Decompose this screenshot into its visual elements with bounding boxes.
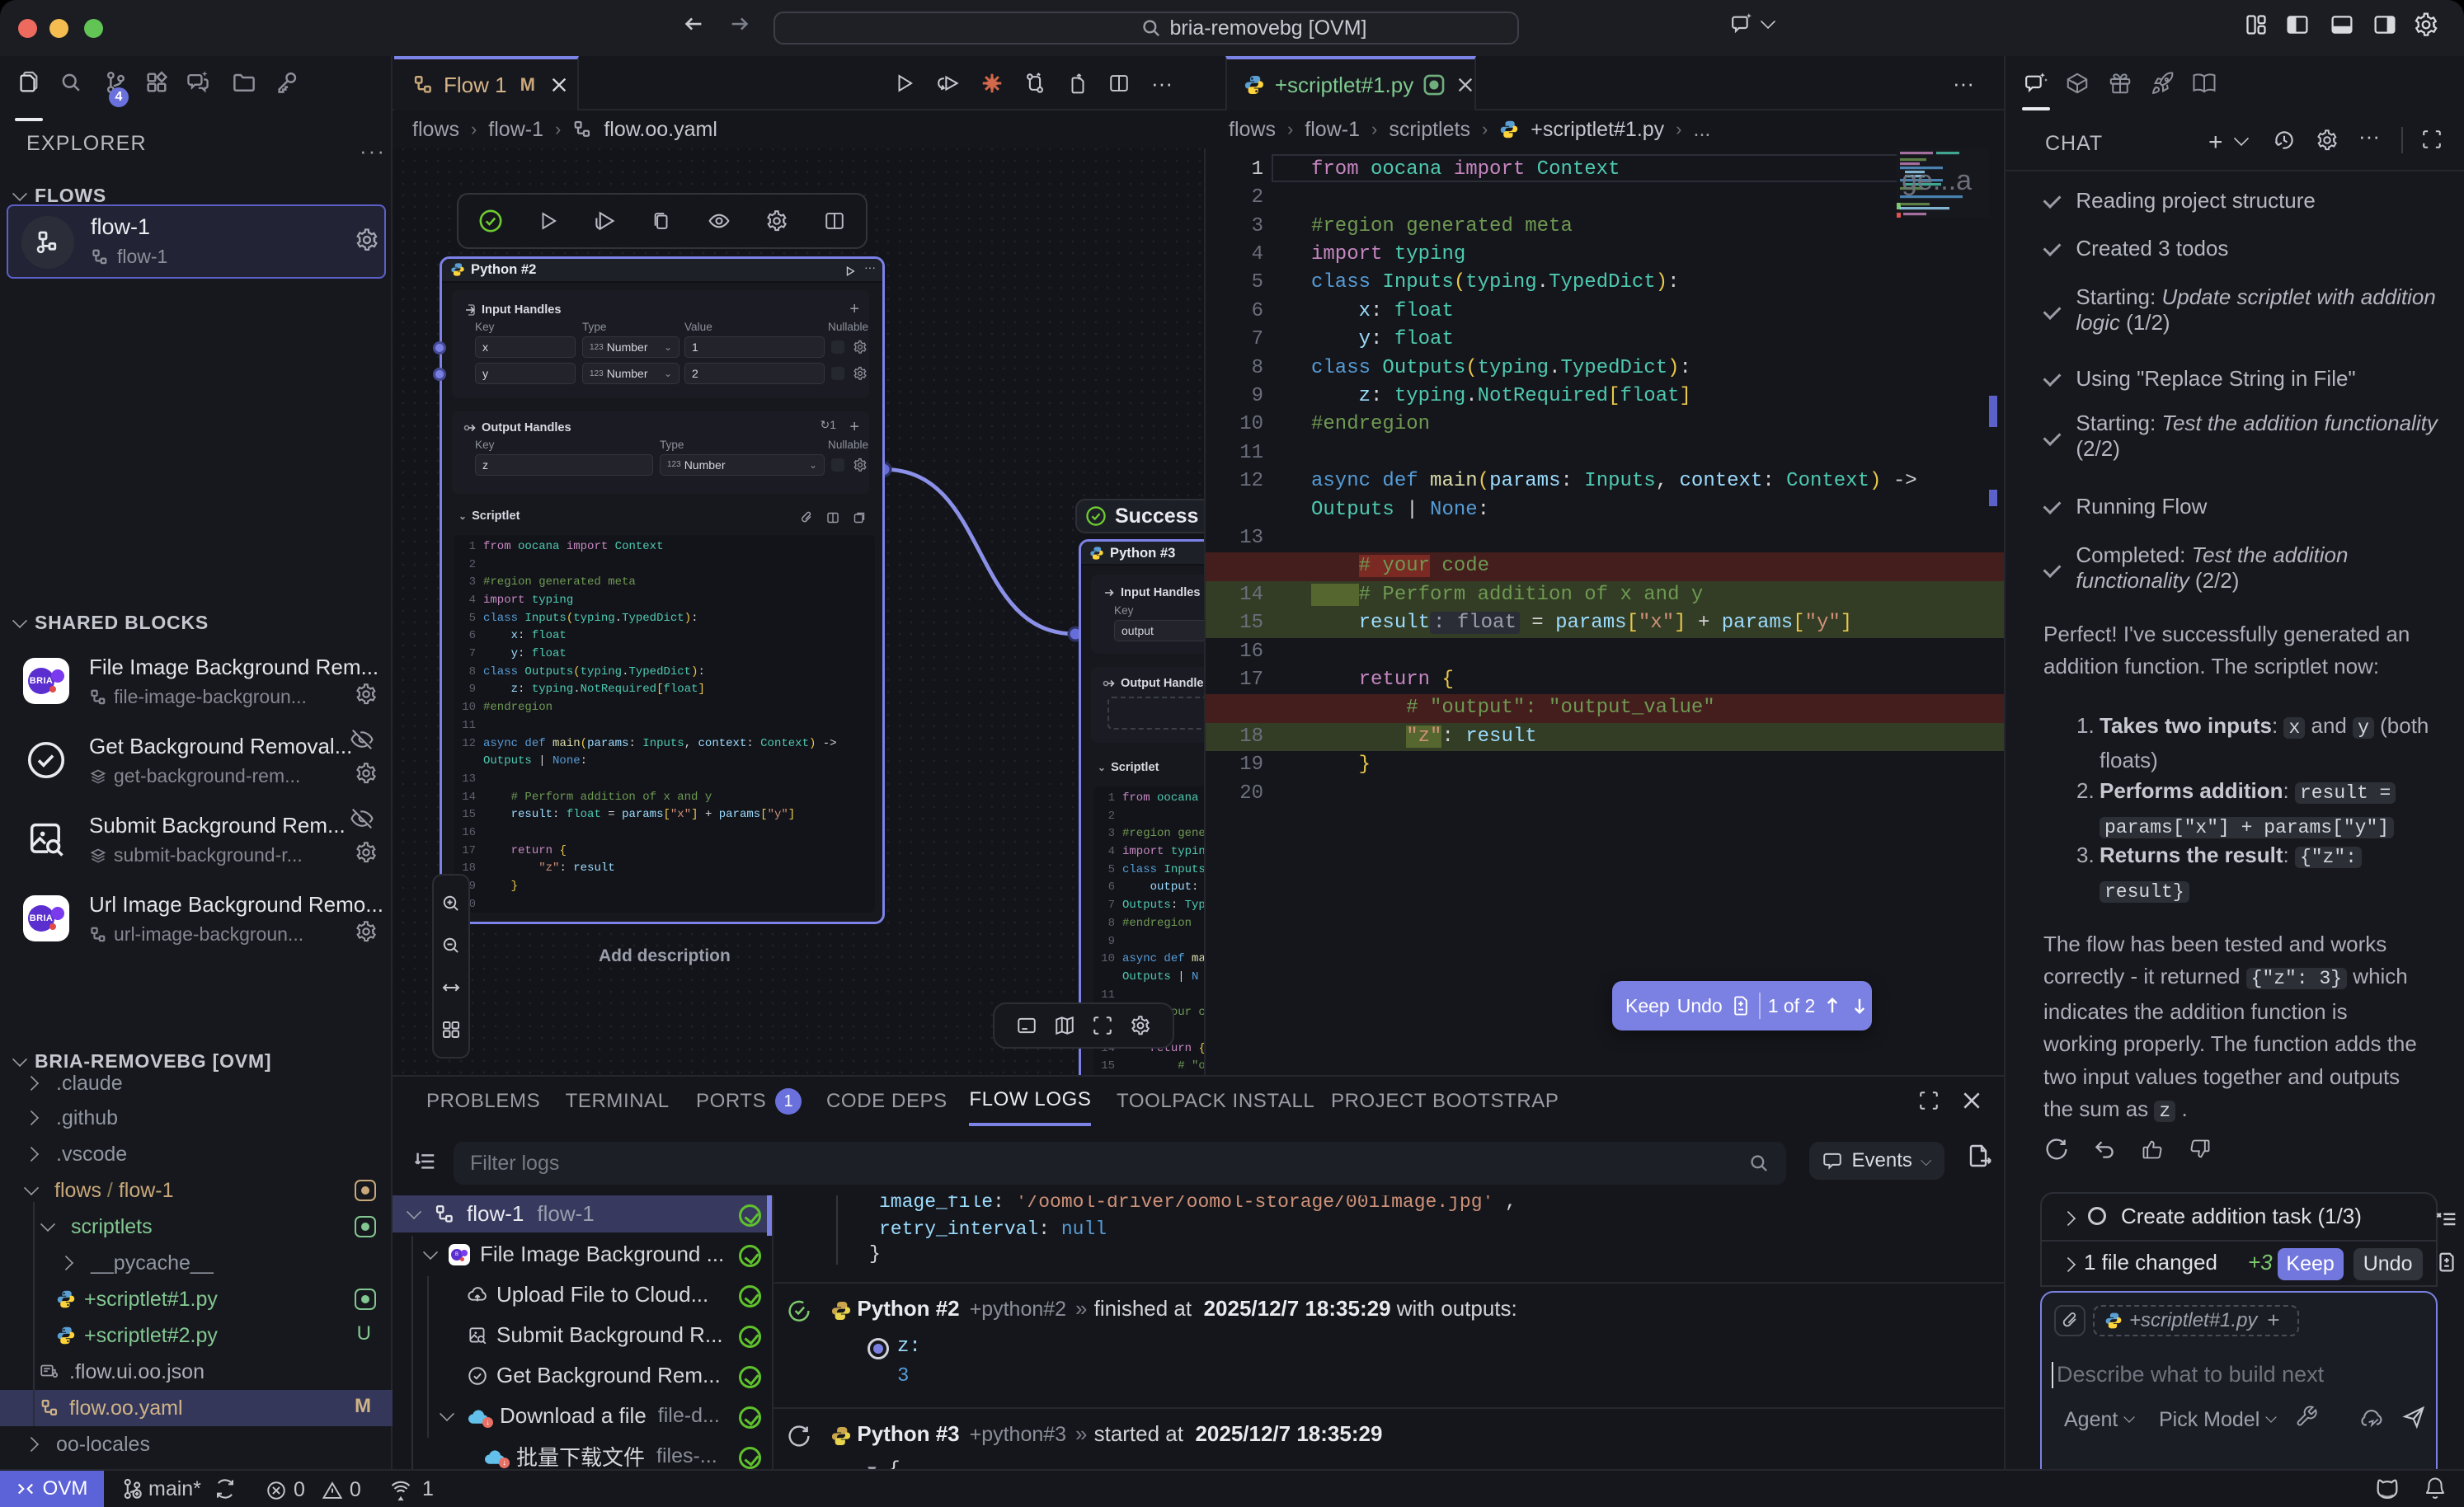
svg-text:ge...a: ge...a xyxy=(1902,165,1972,196)
